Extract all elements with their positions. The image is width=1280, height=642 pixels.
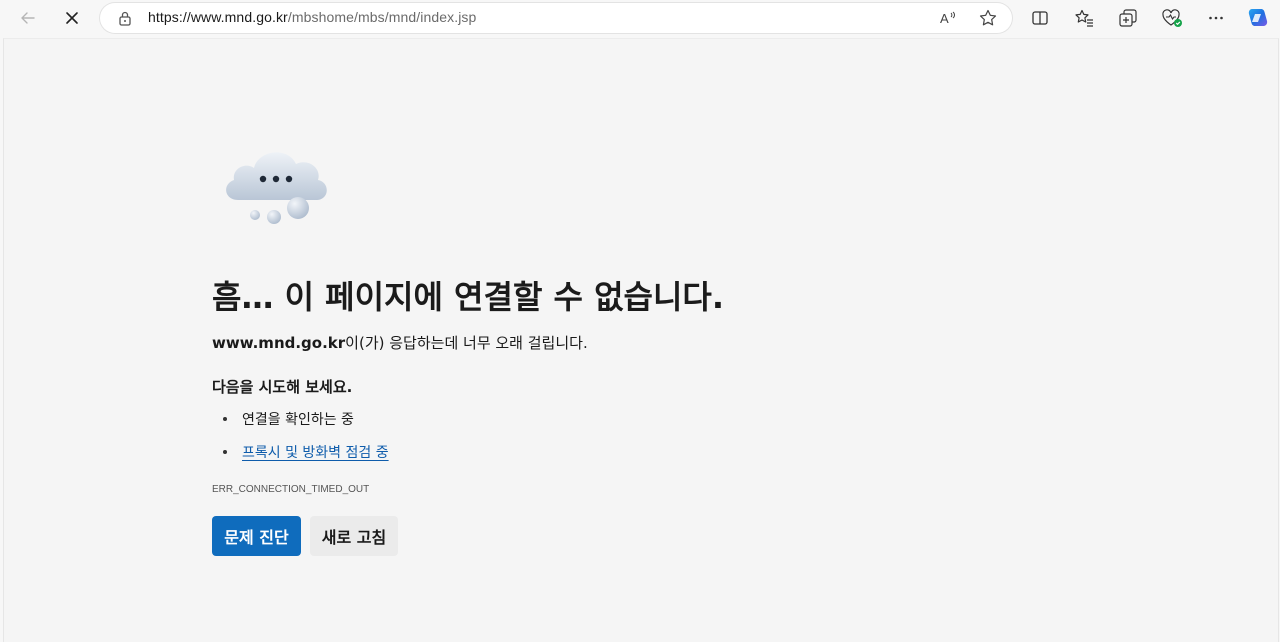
bullet-icon <box>223 450 227 454</box>
browser-toolbar: https://www.mnd.go.kr/mbshome/mbs/mnd/in… <box>0 0 1280 36</box>
address-bar[interactable]: https://www.mnd.go.kr/mbshome/mbs/mnd/in… <box>100 3 1012 33</box>
url-host: https://www.mnd.go.kr <box>148 9 288 25</box>
list-item: 프록시 및 방화벽 점검 중 <box>212 442 389 475</box>
favorites-icon <box>1075 9 1093 27</box>
browser-essentials-button[interactable] <box>1158 4 1186 32</box>
cloud-illustration-icon <box>218 140 334 234</box>
split-screen-button[interactable] <box>1026 4 1054 32</box>
back-arrow-icon <box>21 12 35 24</box>
favorites-button[interactable] <box>1070 4 1098 32</box>
svg-text:A: A <box>940 11 949 26</box>
lock-icon[interactable] <box>118 10 132 30</box>
read-aloud-icon[interactable]: A <box>938 8 958 32</box>
error-host: www.mnd.go.kr <box>212 334 346 352</box>
stop-loading-button[interactable] <box>58 4 86 32</box>
stop-loading-icon <box>66 12 78 24</box>
url-text[interactable]: https://www.mnd.go.kr/mbshome/mbs/mnd/in… <box>148 9 476 25</box>
error-description: www.mnd.go.kr이(가) 응답하는데 너무 오래 걸립니다. <box>212 332 588 353</box>
refresh-button[interactable]: 새로 고침 <box>310 516 398 556</box>
error-title: 흠… 이 페이지에 연결할 수 없습니다. <box>212 278 725 316</box>
copilot-button[interactable] <box>1244 4 1272 32</box>
suggestion-list: 연결을 확인하는 중 프록시 및 방화벽 점검 중 <box>212 409 389 475</box>
split-screen-icon <box>1032 11 1048 25</box>
collections-button[interactable] <box>1114 4 1142 32</box>
more-button[interactable] <box>1202 4 1230 32</box>
suggestion-check-connection: 연결을 확인하는 중 <box>242 412 354 428</box>
more-icon <box>1209 16 1223 20</box>
collections-icon <box>1119 9 1137 27</box>
favorite-star-icon[interactable] <box>978 8 998 32</box>
diagnose-button[interactable]: 문제 진단 <box>212 516 301 556</box>
browser-essentials-icon <box>1162 9 1182 27</box>
try-heading: 다음을 시도해 보세요. <box>212 378 353 396</box>
error-page <box>3 38 1279 642</box>
copilot-icon <box>1248 9 1268 26</box>
url-path: /mbshome/mbs/mnd/index.jsp <box>287 9 477 25</box>
suggestion-proxy-firewall-link[interactable]: 프록시 및 방화벽 점검 중 <box>242 445 389 461</box>
error-description-text: 이(가) 응답하는데 너무 오래 걸립니다. <box>345 334 588 352</box>
back-button[interactable] <box>14 4 42 32</box>
error-code: ERR_CONNECTION_TIMED_OUT <box>212 484 370 495</box>
bullet-icon <box>223 417 227 421</box>
list-item: 연결을 확인하는 중 <box>212 409 389 442</box>
